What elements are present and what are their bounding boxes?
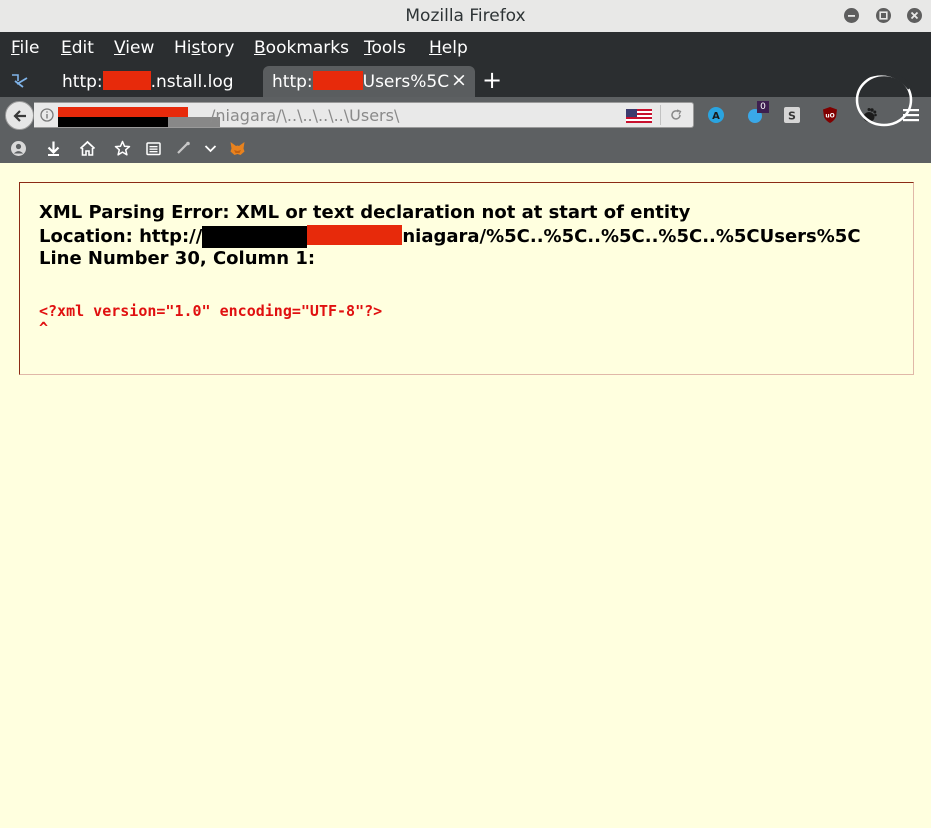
error-line-info: Line Number 30, Column 1: (39, 248, 316, 269)
hacker-inside-logo (855, 70, 913, 127)
menu-history[interactable]: History (174, 38, 235, 58)
tab-install-log[interactable]: http: .nstall.log (50, 66, 260, 97)
menu-edit[interactable]: Edit (61, 38, 94, 58)
bookmarks-toolbar (0, 134, 931, 164)
back-arrow-icon (13, 110, 26, 122)
menu-history-pre: Hi (174, 38, 192, 58)
tab-label: http: .nstall.log (62, 71, 234, 92)
error-caret: ^ (39, 319, 49, 337)
tab-close-button[interactable]: × (451, 69, 467, 91)
error-location: Location: http:// niagara/%5C..%5C..%5C..… (39, 225, 861, 248)
close-icon (910, 11, 919, 20)
tab-url-suffix: Users%5C (362, 72, 450, 92)
redaction-block (102, 71, 151, 90)
redaction-block (307, 225, 403, 245)
minimize-button[interactable] (844, 8, 859, 23)
menu-history-label: tory (200, 38, 235, 58)
info-icon[interactable] (40, 108, 54, 122)
menu-view-label: iew (125, 38, 155, 58)
reload-icon[interactable] (669, 108, 683, 122)
redaction-block (202, 226, 308, 248)
menu-help-label: elp (441, 38, 468, 58)
menu-file-accel: F (11, 38, 20, 58)
svg-text:A: A (712, 111, 720, 122)
error-location-suffix: niagara/%5C..%5C..%5C..%5C..%5CUsers%5C (402, 226, 861, 247)
window-titlebar: Mozilla Firefox (0, 0, 931, 33)
error-location-prefix: Location: http:// (39, 226, 203, 247)
error-source-line: <?xml version="1.0" encoding="UTF-8"?> (39, 302, 383, 320)
menu-view-accel: V (114, 38, 126, 58)
extension-badge-count: 0 (757, 101, 769, 113)
bookmark-star-icon[interactable] (114, 140, 131, 157)
chevron-down-icon[interactable] (202, 140, 219, 157)
redaction-block (58, 117, 168, 127)
xml-error-box: XML Parsing Error: XML or text declarati… (19, 182, 914, 375)
tab-strip: http: .nstall.log http: Users%5C × + (0, 66, 931, 97)
menu-bar: File Edit View History Bookmarks Tools H… (0, 32, 931, 127)
svg-text:uO: uO (825, 113, 834, 120)
tab-url-suffix: .nstall.log (150, 72, 234, 92)
menu-bookmarks-label: ookmarks (265, 38, 349, 58)
download-icon[interactable] (45, 140, 62, 157)
url-bar[interactable]: /niagara/\..\..\..\..\Users\ (34, 102, 694, 128)
tab-url-prefix: http: (272, 72, 313, 92)
close-window-button[interactable] (907, 8, 922, 23)
redaction-block (312, 71, 363, 90)
menu-tools-label: ools (371, 38, 406, 58)
window-title: Mozilla Firefox (405, 6, 526, 26)
menu-tools[interactable]: Tools (364, 38, 406, 58)
tab-overflow-icon[interactable] (11, 73, 29, 89)
back-button[interactable] (5, 101, 34, 130)
edit-bookmark-icon[interactable] (175, 140, 192, 157)
new-tab-button[interactable]: + (482, 66, 502, 94)
menu-edit-label: dit (71, 38, 94, 58)
error-title: XML Parsing Error: XML or text declarati… (39, 202, 691, 223)
maximize-icon (879, 11, 888, 20)
us-flag-icon (626, 109, 652, 123)
metamask-fox-icon[interactable] (229, 140, 246, 157)
urlbar-separator (660, 105, 661, 125)
menu-edit-accel: E (61, 38, 72, 58)
svg-text:S: S (788, 110, 796, 123)
maximize-button[interactable] (876, 8, 891, 23)
tab-users[interactable]: http: Users%5C × (263, 66, 475, 97)
extension-s-icon[interactable]: S (783, 106, 801, 124)
tab-url-prefix: http: (62, 72, 103, 92)
menu-tools-accel: T (364, 38, 372, 58)
menu-file-label: ile (19, 38, 40, 58)
extension-a-icon[interactable]: A (707, 106, 725, 124)
menu-view[interactable]: View (114, 38, 154, 58)
menu-bookmarks[interactable]: Bookmarks (254, 38, 349, 58)
minimize-icon (848, 15, 855, 17)
navigation-toolbar: /niagara/\..\..\..\..\Users\ A 0 S uO (0, 97, 931, 134)
menu-file[interactable]: File (11, 38, 39, 58)
menu-help[interactable]: Help (429, 38, 468, 58)
page-content: XML Parsing Error: XML or text declarati… (0, 163, 931, 828)
home-icon[interactable] (79, 140, 96, 157)
menu-bookmarks-accel: B (254, 38, 266, 58)
reading-list-icon[interactable] (145, 140, 162, 157)
menu-help-accel: H (429, 38, 442, 58)
url-text: /niagara/\..\..\..\..\Users\ (210, 106, 400, 125)
ublock-origin-icon[interactable]: uO (821, 106, 839, 124)
tab-label: http: Users%5C (272, 71, 449, 92)
account-icon[interactable] (10, 140, 27, 157)
